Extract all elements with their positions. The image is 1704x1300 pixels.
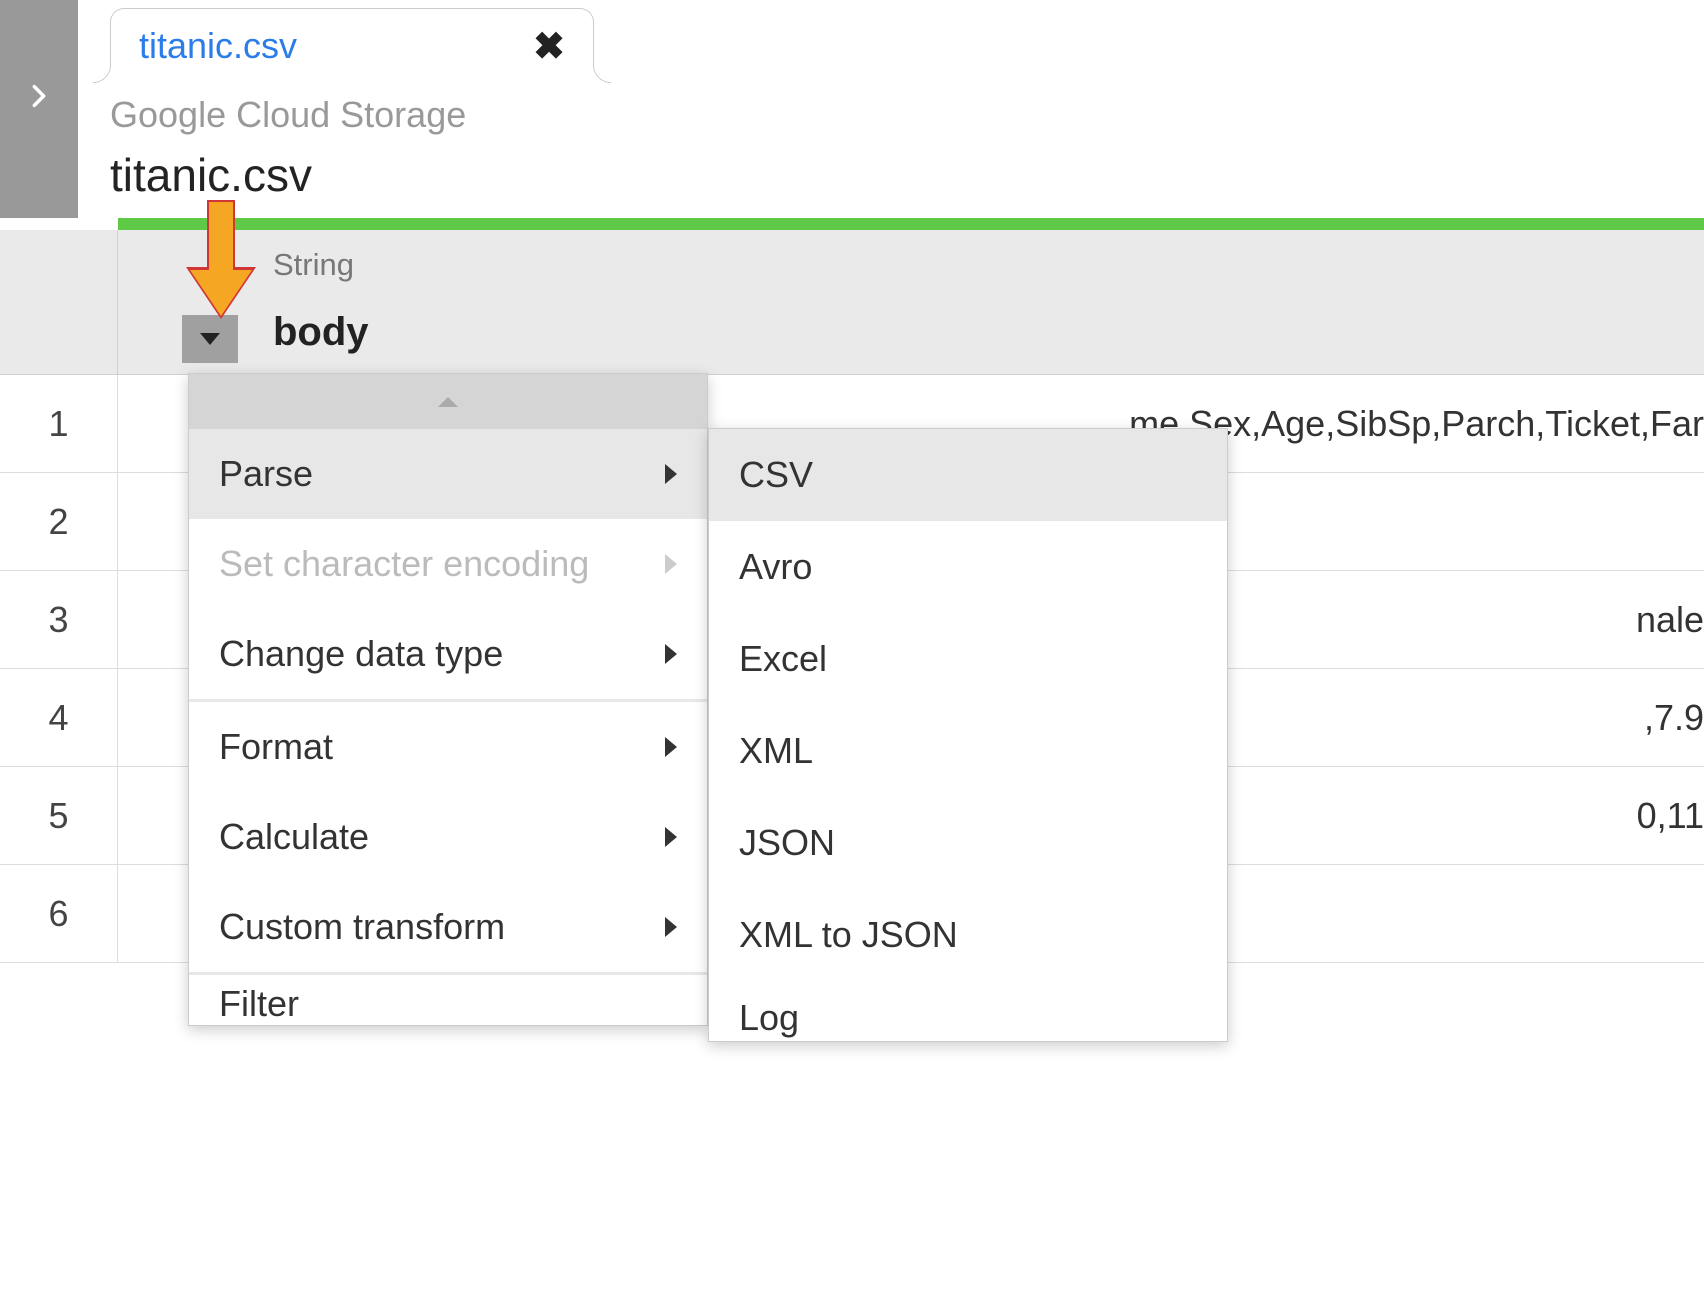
close-icon[interactable]: ✖ <box>533 24 565 69</box>
chevron-right-icon <box>665 737 677 757</box>
submenu-item-label: XML to JSON <box>739 914 958 956</box>
submenu-item-xml[interactable]: XML <box>709 705 1227 797</box>
submenu-item-log[interactable]: Log <box>709 981 1227 1041</box>
row-number: 4 <box>0 669 118 766</box>
column-context-menu: Parse Set character encoding Change data… <box>188 373 708 1026</box>
row-number: 1 <box>0 375 118 472</box>
row-number: 2 <box>0 473 118 570</box>
menu-section: Filter <box>189 975 707 1025</box>
row-header-corner <box>0 230 118 375</box>
header: titanic.csv ✖ Google Cloud Storage titan… <box>78 0 1704 218</box>
menu-item-custom-transform[interactable]: Custom transform <box>189 882 707 972</box>
column-header: String body <box>118 230 1704 375</box>
submenu-item-label: JSON <box>739 822 835 864</box>
file-tab[interactable]: titanic.csv ✖ <box>110 8 594 83</box>
tab-title: titanic.csv <box>139 25 297 67</box>
source-label: Google Cloud Storage <box>110 94 466 136</box>
menu-item-label: Custom transform <box>219 906 505 948</box>
column-menu-button[interactable] <box>182 315 238 363</box>
chevron-right-icon <box>665 917 677 937</box>
chevron-right-icon <box>665 644 677 664</box>
menu-item-filter[interactable]: Filter <box>189 975 707 1025</box>
file-title: titanic.csv <box>110 148 312 202</box>
column-name: body <box>273 310 369 355</box>
menu-item-label: Calculate <box>219 816 369 858</box>
caret-up-icon <box>438 397 458 407</box>
menu-item-label: Format <box>219 726 333 768</box>
submenu-item-avro[interactable]: Avro <box>709 521 1227 613</box>
menu-item-change-type[interactable]: Change data type <box>189 609 707 699</box>
submenu-item-label: Excel <box>739 638 827 680</box>
column-type-label: String <box>273 247 354 283</box>
caret-down-icon <box>200 333 220 345</box>
menu-collapse-handle[interactable] <box>189 374 707 429</box>
parse-submenu: CSV Avro Excel XML JSON XML to JSON Log <box>708 428 1228 1042</box>
submenu-item-label: CSV <box>739 454 813 496</box>
row-number: 6 <box>0 865 118 962</box>
submenu-item-xml-to-json[interactable]: XML to JSON <box>709 889 1227 981</box>
menu-item-label: Filter <box>219 983 299 1025</box>
menu-item-label: Set character encoding <box>219 543 589 585</box>
submenu-item-excel[interactable]: Excel <box>709 613 1227 705</box>
menu-section: Parse Set character encoding Change data… <box>189 429 707 702</box>
sidebar-expand-button[interactable] <box>0 0 78 218</box>
submenu-item-label: Log <box>739 997 799 1039</box>
menu-item-format[interactable]: Format <box>189 702 707 792</box>
menu-item-label: Parse <box>219 453 313 495</box>
row-number: 3 <box>0 571 118 668</box>
chevron-right-icon <box>665 554 677 574</box>
row-number: 5 <box>0 767 118 864</box>
submenu-item-label: Avro <box>739 546 812 588</box>
data-quality-bar <box>118 218 1704 230</box>
menu-item-parse[interactable]: Parse <box>189 429 707 519</box>
menu-item-set-encoding: Set character encoding <box>189 519 707 609</box>
annotation-arrow <box>190 200 252 320</box>
menu-item-calculate[interactable]: Calculate <box>189 792 707 882</box>
chevron-right-icon <box>665 464 677 484</box>
submenu-item-json[interactable]: JSON <box>709 797 1227 889</box>
submenu-item-label: XML <box>739 730 813 772</box>
menu-section: Format Calculate Custom transform <box>189 702 707 975</box>
menu-item-label: Change data type <box>219 633 503 675</box>
chevron-right-icon <box>25 82 53 110</box>
chevron-right-icon <box>665 827 677 847</box>
submenu-item-csv[interactable]: CSV <box>709 429 1227 521</box>
